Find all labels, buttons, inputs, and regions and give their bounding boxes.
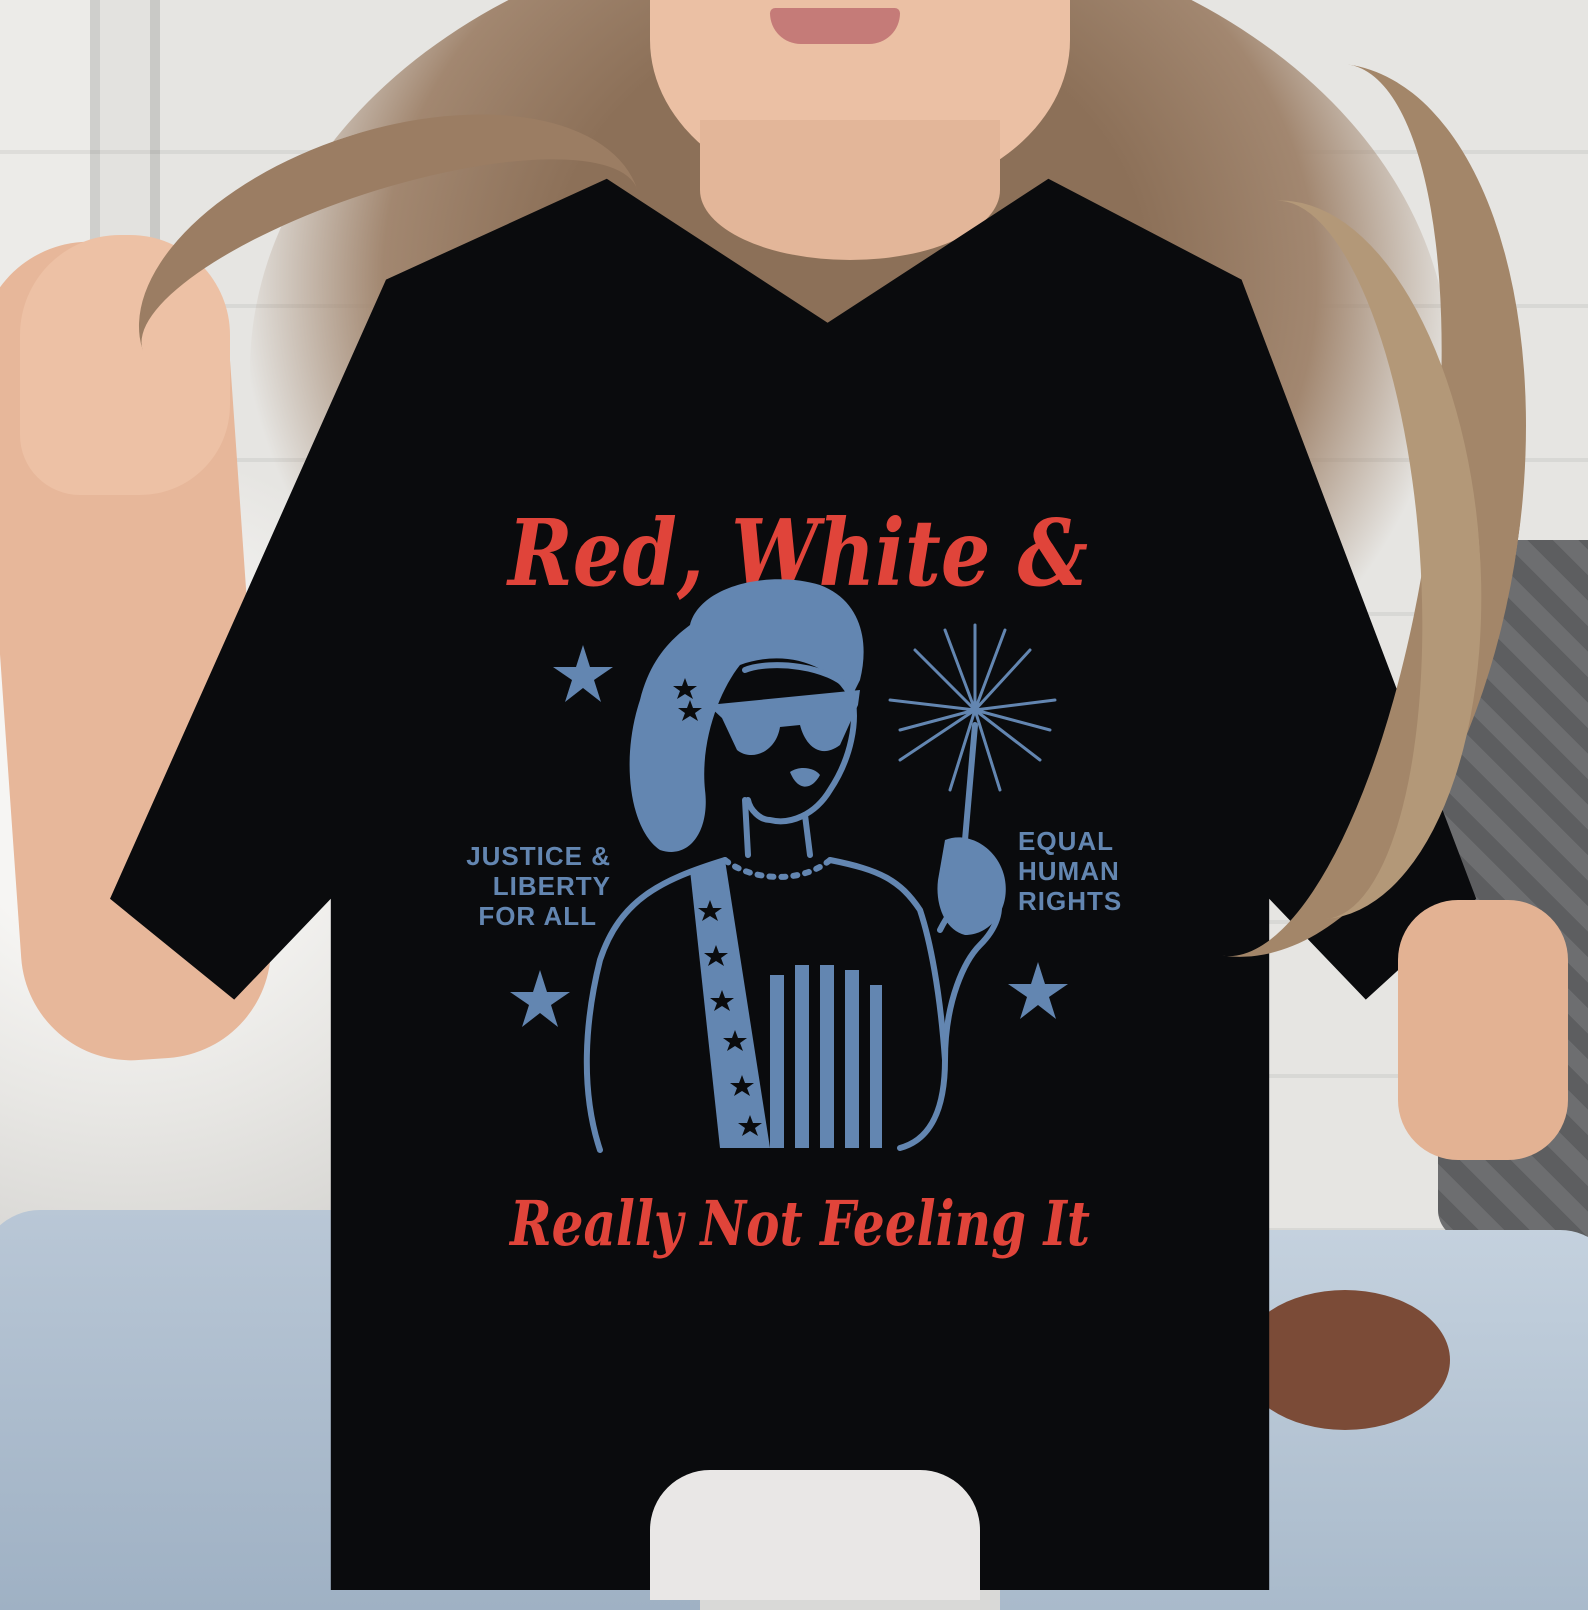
neck xyxy=(700,120,1000,260)
ripped-knee xyxy=(1240,1290,1450,1430)
lips xyxy=(770,8,900,44)
sock xyxy=(650,1470,980,1600)
photo-scene xyxy=(0,0,1588,1610)
right-hand xyxy=(1398,900,1568,1160)
